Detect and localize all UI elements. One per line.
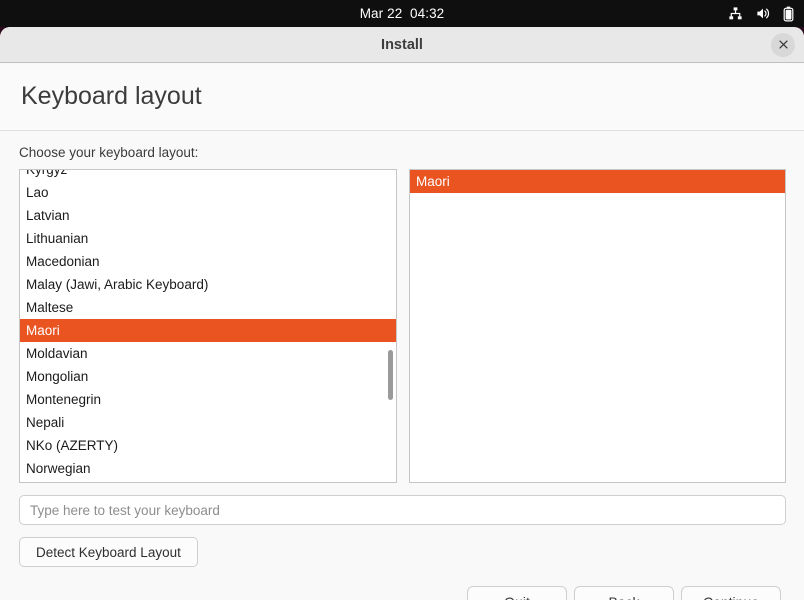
detect-keyboard-layout-button[interactable]: Detect Keyboard Layout — [19, 537, 198, 567]
keyboard-layout-list[interactable]: KyrgyzLaoLatvianLithuanianMacedonianMala… — [19, 169, 397, 483]
continue-button[interactable]: Continue — [681, 586, 781, 600]
list-item[interactable]: Maori — [20, 319, 396, 342]
window-titlebar: Install — [0, 27, 804, 63]
keyboard-layout-list-inner: KyrgyzLaoLatvianLithuanianMacedonianMala… — [20, 169, 396, 480]
keyboard-variant-list-inner: Maori — [410, 170, 785, 193]
battery-icon[interactable] — [783, 6, 794, 22]
network-icon[interactable] — [728, 6, 743, 21]
list-item[interactable]: Maori — [410, 170, 785, 193]
gnome-top-bar: Mar 22 04:32 — [0, 0, 804, 27]
list-item[interactable]: Macedonian — [20, 250, 396, 273]
keyboard-test-input[interactable] — [19, 495, 786, 525]
page-title: Keyboard layout — [21, 82, 202, 111]
list-item[interactable]: Maltese — [20, 296, 396, 319]
list-item[interactable]: NKo (AZERTY) — [20, 434, 396, 457]
list-item[interactable]: Montenegrin — [20, 388, 396, 411]
list-item[interactable]: Latvian — [20, 204, 396, 227]
list-item[interactable]: Moldavian — [20, 342, 396, 365]
installer-window: Install Keyboard layout Choose your keyb… — [0, 27, 804, 600]
status-indicators[interactable] — [728, 0, 794, 27]
list-item[interactable]: Lao — [20, 181, 396, 204]
layout-list-scroll-thumb[interactable] — [388, 350, 393, 400]
action-button-bar: Quit Back Continue — [0, 586, 804, 600]
list-item[interactable]: Nepali — [20, 411, 396, 434]
list-item[interactable]: Mongolian — [20, 365, 396, 388]
volume-icon[interactable] — [755, 6, 771, 21]
window-title: Install — [381, 37, 423, 53]
page-content: Choose your keyboard layout: KyrgyzLaoLa… — [0, 131, 804, 599]
choose-layout-label: Choose your keyboard layout: — [19, 145, 198, 160]
list-item[interactable]: Norwegian — [20, 457, 396, 480]
list-item[interactable]: Lithuanian — [20, 227, 396, 250]
back-button[interactable]: Back — [574, 586, 674, 600]
page-header: Keyboard layout — [0, 63, 804, 131]
layout-list-scrollbar[interactable] — [386, 172, 394, 480]
clock[interactable]: Mar 22 04:32 — [360, 6, 445, 21]
keyboard-variant-list[interactable]: Maori — [409, 169, 786, 483]
close-button[interactable] — [771, 33, 795, 57]
list-item[interactable]: Kyrgyz — [20, 169, 396, 181]
list-item[interactable]: Malay (Jawi, Arabic Keyboard) — [20, 273, 396, 296]
quit-button[interactable]: Quit — [467, 586, 567, 600]
